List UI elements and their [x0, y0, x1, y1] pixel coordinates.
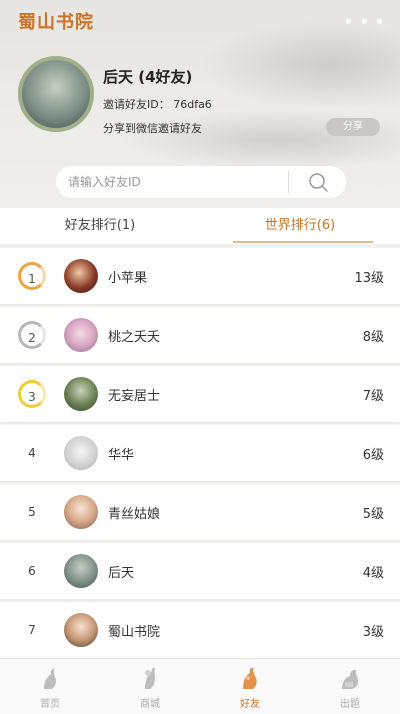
rank-badge-gold: 1	[18, 262, 46, 290]
ranking-tabs: 好友排行(1) 世界排行(6)	[0, 208, 400, 244]
rank-badge-silver: 2	[18, 321, 46, 349]
share-prompt: 分享到微信邀请好友	[103, 122, 202, 135]
nav-shop[interactable]: 商城	[100, 659, 200, 714]
app-title: 蜀山书院	[18, 12, 94, 33]
profile-header: 蜀山书院 后天 (4好友) 邀请好友ID： 76dfa6 分享到微信邀请好友 分…	[0, 0, 400, 208]
nav-friends[interactable]: 好友	[200, 659, 300, 714]
home-icon	[44, 668, 56, 689]
list-item[interactable]: 1 小苹果 13级	[0, 248, 400, 304]
friend-name: 桃之夭夭	[108, 330, 161, 345]
search-bar	[56, 166, 346, 198]
list-item[interactable]: 2 桃之夭夭 8级	[0, 307, 400, 363]
list-item[interactable]: 3 无妄居士 7级	[0, 366, 400, 422]
list-item[interactable]: 5 青丝姑娘 5级	[0, 484, 400, 540]
avatar[interactable]	[64, 377, 98, 411]
tab-friend-ranking[interactable]: 好友排行(1)	[0, 208, 200, 244]
friend-name: 小苹果	[108, 271, 148, 286]
nav-label: 商城	[140, 699, 160, 710]
avatar[interactable]	[64, 613, 98, 647]
friend-level: 13级	[354, 271, 384, 286]
list-item[interactable]: 7 蜀山书院 3级	[0, 602, 400, 658]
search-divider	[288, 171, 289, 193]
rank-number: 4	[28, 446, 36, 460]
tab-world-ranking[interactable]: 世界排行(6)	[200, 208, 400, 244]
nav-quiz[interactable]: 出题	[300, 659, 400, 714]
rank-number: 5	[28, 505, 36, 519]
list-item[interactable]: 4 华华 6级	[0, 425, 400, 481]
bottom-nav: 首页 商城 好友 出题	[0, 658, 400, 714]
user-name: 后天 (4好友)	[103, 68, 193, 86]
nav-label: 出题	[340, 699, 360, 710]
friend-level: 4级	[362, 566, 384, 581]
invite-id: 邀请好友ID： 76dfa6	[103, 98, 212, 111]
friend-name: 青丝姑娘	[108, 507, 161, 522]
friend-name: 华华	[108, 448, 135, 463]
avatar[interactable]	[64, 495, 98, 529]
shop-icon	[145, 667, 155, 689]
friend-name: 无妄居士	[108, 389, 161, 404]
search-icon[interactable]	[306, 170, 330, 194]
nav-label: 首页	[40, 699, 60, 710]
friend-level: 7级	[362, 389, 384, 404]
rank-badge-bronze: 3	[18, 380, 46, 408]
nav-home[interactable]: 首页	[0, 659, 100, 714]
friend-name: 后天	[108, 566, 135, 581]
share-button[interactable]: 分享	[326, 118, 380, 136]
friends-icon	[243, 667, 257, 689]
friend-level: 5级	[362, 507, 384, 522]
friend-level: 8级	[362, 330, 384, 345]
quiz-icon	[342, 669, 359, 689]
avatar[interactable]	[64, 436, 98, 470]
more-icon[interactable]	[346, 18, 382, 24]
list-item[interactable]: 6 后天 4级	[0, 543, 400, 599]
avatar[interactable]	[64, 259, 98, 293]
nav-label: 好友	[240, 699, 260, 710]
friend-level: 6级	[362, 448, 384, 463]
avatar[interactable]	[64, 554, 98, 588]
avatar[interactable]	[64, 318, 98, 352]
friend-name: 蜀山书院	[108, 625, 161, 640]
active-tab-indicator	[233, 241, 373, 243]
search-input[interactable]	[68, 166, 288, 198]
friend-level: 3级	[362, 625, 384, 640]
user-avatar[interactable]	[18, 56, 94, 132]
ink-decoration	[200, 20, 400, 110]
rank-number: 6	[28, 564, 36, 578]
rank-number: 7	[28, 623, 36, 637]
